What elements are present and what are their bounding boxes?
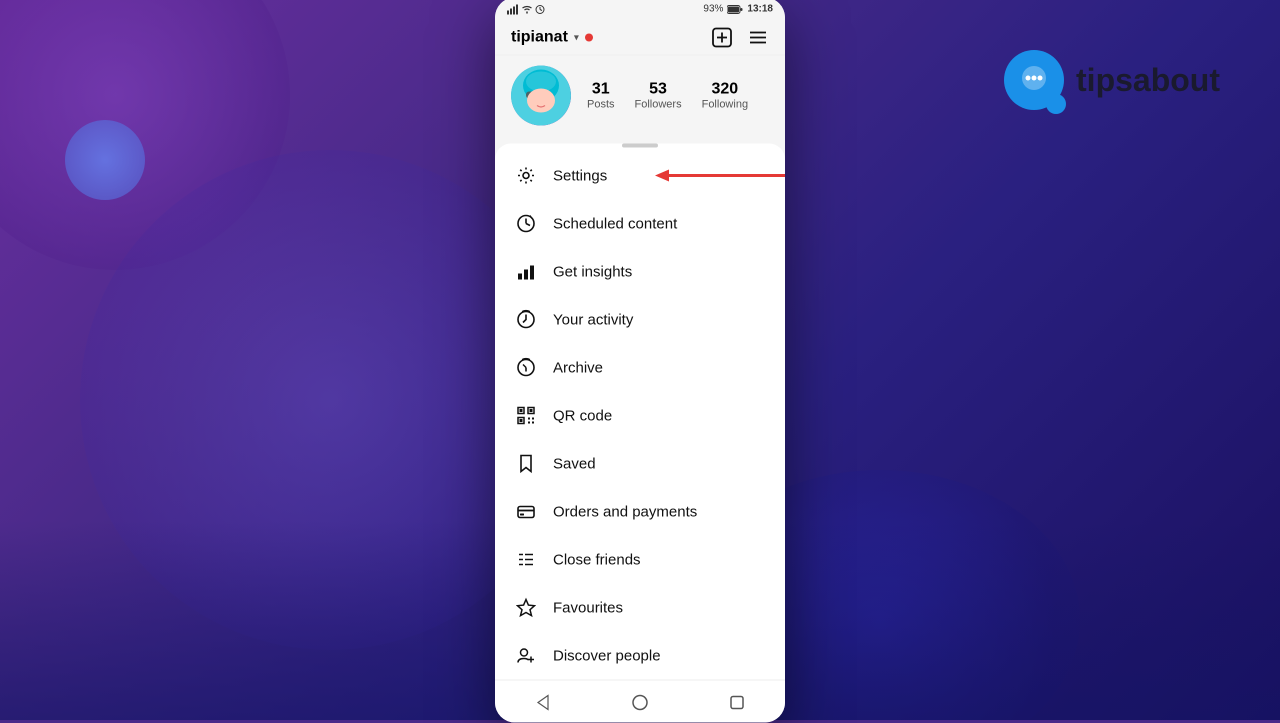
- activity-icon: [515, 309, 537, 331]
- star-icon: [515, 597, 537, 619]
- following-label: Following: [702, 99, 748, 111]
- menu-item-activity[interactable]: Your activity: [495, 296, 785, 344]
- add-post-icon[interactable]: [711, 27, 733, 49]
- time-text: 13:18: [747, 4, 773, 15]
- scheduled-icon: [515, 213, 537, 235]
- menu-item-orders[interactable]: Orders and payments: [495, 488, 785, 536]
- android-nav-bar: [495, 680, 785, 723]
- posts-stat: 31 Posts: [587, 81, 615, 111]
- phone-frame: 93% 13:18 tipianat ▾: [495, 0, 785, 723]
- archive-label: Archive: [553, 359, 603, 376]
- followers-label: Followers: [635, 99, 682, 111]
- following-stat[interactable]: 320 Following: [702, 81, 748, 111]
- orders-label: Orders and payments: [553, 503, 697, 520]
- qrcode-icon: [515, 405, 537, 427]
- menu-item-saved[interactable]: Saved: [495, 440, 785, 488]
- bookmark-icon: [515, 453, 537, 475]
- chevron-down-icon[interactable]: ▾: [574, 32, 579, 43]
- menu-item-qrcode[interactable]: QR code: [495, 392, 785, 440]
- avatar: [511, 66, 571, 126]
- sheet-handle: [622, 144, 658, 148]
- credit-card-icon: [515, 501, 537, 523]
- saved-label: Saved: [553, 455, 596, 472]
- discover-label: Discover people: [553, 647, 661, 664]
- menu-item-scheduled[interactable]: Scheduled content: [495, 200, 785, 248]
- avatar-image: [511, 66, 571, 126]
- close-friends-label: Close friends: [553, 551, 641, 568]
- profile-username: tipianat: [511, 29, 568, 47]
- bottom-sheet-menu: Settings Scheduled content: [495, 144, 785, 680]
- bg-blob-3: [65, 120, 145, 200]
- menu-item-settings[interactable]: Settings: [495, 152, 785, 200]
- status-right: 93% 13:18: [703, 4, 773, 15]
- recents-nav-icon[interactable]: [725, 691, 749, 715]
- logo-text: tipsabout: [1076, 62, 1220, 99]
- menu-item-close-friends[interactable]: Close friends: [495, 536, 785, 584]
- status-bar: 93% 13:18: [495, 0, 785, 21]
- qrcode-label: QR code: [553, 407, 612, 424]
- square-recents-icon: [728, 694, 746, 712]
- posts-label: Posts: [587, 99, 615, 111]
- status-icons-left: [507, 4, 545, 14]
- menu-item-insights[interactable]: Get insights: [495, 248, 785, 296]
- settings-item-wrapper: Settings: [495, 152, 785, 200]
- stats-row: 31 Posts 53 Followers 320 Following: [587, 81, 769, 111]
- settings-label: Settings: [553, 167, 607, 184]
- insights-icon: [515, 261, 537, 283]
- archive-icon: [515, 357, 537, 379]
- back-nav-icon[interactable]: [531, 691, 555, 715]
- username-row: tipianat ▾: [511, 29, 593, 47]
- wifi-icon: [522, 4, 532, 14]
- hamburger-menu-icon[interactable]: [747, 27, 769, 49]
- logo-icon-bubble: [1004, 50, 1064, 110]
- menu-item-archive[interactable]: Archive: [495, 344, 785, 392]
- tipsabout-logo: tipsabout: [1004, 50, 1220, 110]
- header-action-icons: [711, 27, 769, 49]
- settings-icon: [515, 165, 537, 187]
- online-status-dot: [585, 34, 593, 42]
- list-icon: [515, 549, 537, 571]
- menu-item-discover[interactable]: Discover people: [495, 632, 785, 680]
- profile-stats-row: 31 Posts 53 Followers 320 Following: [495, 56, 785, 136]
- person-plus-icon: [515, 645, 537, 667]
- followers-count: 53: [649, 81, 667, 99]
- clock-status-icon: [535, 4, 545, 14]
- scheduled-label: Scheduled content: [553, 215, 677, 232]
- chat-bubble-icon: [1018, 64, 1050, 96]
- battery-text: 93%: [703, 4, 723, 15]
- circle-home-icon: [631, 694, 649, 712]
- favourites-label: Favourites: [553, 599, 623, 616]
- activity-label: Your activity: [553, 311, 633, 328]
- ig-header: tipianat ▾: [495, 21, 785, 56]
- menu-item-favourites[interactable]: Favourites: [495, 584, 785, 632]
- following-count: 320: [711, 81, 738, 99]
- triangle-back-icon: [534, 694, 552, 712]
- posts-count: 31: [592, 81, 610, 99]
- followers-stat[interactable]: 53 Followers: [635, 81, 682, 111]
- battery-icon: [727, 4, 743, 14]
- home-nav-icon[interactable]: [628, 691, 652, 715]
- signal-icon: [507, 4, 519, 14]
- insights-label: Get insights: [553, 263, 632, 280]
